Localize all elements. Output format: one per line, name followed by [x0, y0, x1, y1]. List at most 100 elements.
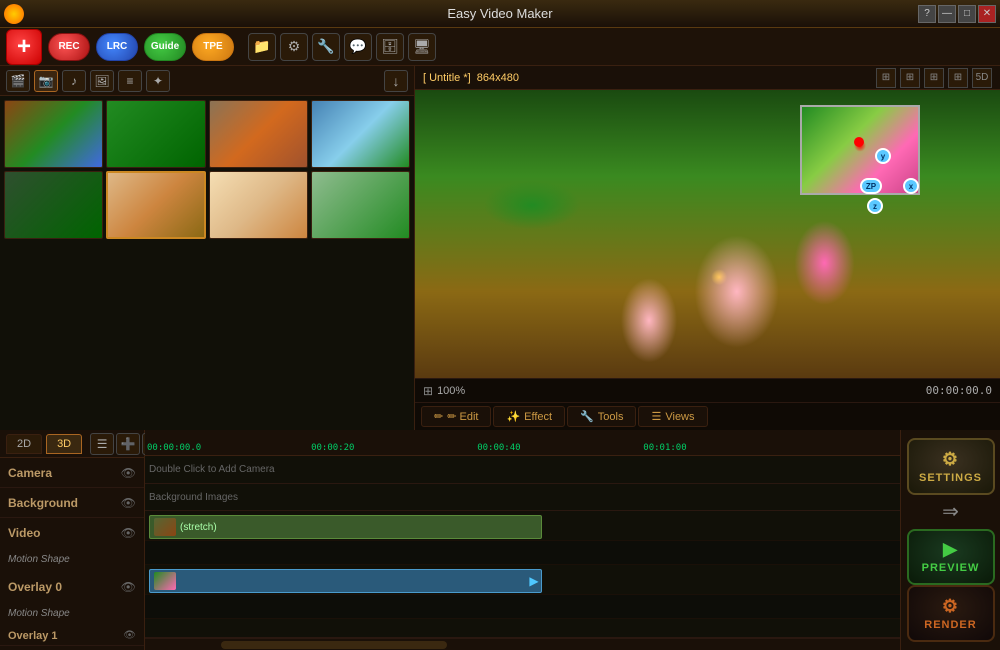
effect-icon: ✨ [506, 410, 520, 423]
background-eye[interactable]: 👁 [121, 496, 136, 510]
maximize-button[interactable]: □ [958, 5, 976, 23]
main-toolbar: + REC LRC Guide TPE 📁 ⚙ 🔧 💬 🗄 🖥 [0, 28, 1000, 66]
video-clip[interactable]: (stretch) [149, 515, 542, 539]
grid-icon-5[interactable]: 5D [972, 68, 992, 88]
x-handle[interactable]: x [903, 178, 919, 194]
preview-button[interactable]: ▶ PREVIEW [907, 529, 995, 586]
overlay0-eye[interactable]: 👁 [121, 580, 136, 594]
toolbar-icon-file[interactable]: 📁 [248, 33, 276, 61]
video-label: Video [8, 526, 40, 540]
media-thumb-3[interactable] [209, 100, 308, 168]
preview-header: [ Untitle *] 864x480 ⊞ ⊞ ⊞ ⊞ 5D [415, 66, 1000, 90]
tl-btn-add-clip[interactable]: ➕ [116, 433, 140, 455]
camera-eye[interactable]: 👁 [121, 466, 136, 480]
media-thumb-6[interactable] [106, 171, 205, 239]
toolbar-icon-monitor[interactable]: 🖥 [408, 33, 436, 61]
guide-button[interactable]: Guide [144, 33, 186, 61]
add-button[interactable]: + [6, 29, 42, 65]
video-clip-thumb [154, 518, 176, 536]
video-clip-label: (stretch) [180, 522, 217, 533]
timeline-ruler: 00:00:00.0 00:00:20 00:00:40 00:01:00 [145, 430, 900, 456]
media-btn-image[interactable]: 🖼 [90, 70, 114, 92]
toolbar-icon-wrench[interactable]: 🔧 [312, 33, 340, 61]
grid-icon-4[interactable]: ⊞ [948, 68, 968, 88]
tools-tab[interactable]: 🔧 Tools [567, 406, 636, 427]
render-button[interactable]: ⚙ RENDER [907, 585, 995, 642]
window-controls: ? — □ ✕ [918, 5, 996, 23]
zoom-percent: 100% [437, 385, 465, 397]
views-tab[interactable]: ☰ Views [638, 406, 707, 427]
background-hint: Background Images [149, 492, 238, 503]
toolbar-icon-chat[interactable]: 💬 [344, 33, 372, 61]
zoom-bar: ⊞ 100% 00:00:00.0 [415, 378, 1000, 402]
camera-label-row: Camera 👁 [0, 458, 144, 488]
camera-hint: Double Click to Add Camera [149, 464, 275, 475]
overlay0-clip[interactable]: ▶ [149, 569, 542, 593]
timeline-scrollbar[interactable] [145, 638, 900, 650]
media-thumb-5[interactable] [4, 171, 103, 239]
overlay1-timeline-row [145, 619, 900, 638]
overlay0-motion-row [145, 595, 900, 619]
background-label: Background [8, 496, 78, 510]
overlay0-clip-arrow: ▶ [529, 574, 538, 588]
tab-3d[interactable]: 3D [46, 434, 82, 454]
right-panel: [ Untitle *] 864x480 ⊞ ⊞ ⊞ ⊞ 5D [415, 66, 1000, 430]
grid-icon-3[interactable]: ⊞ [924, 68, 944, 88]
video-motion-label: Motion Shape [0, 548, 144, 572]
titlebar: Easy Video Maker ? — □ ✕ [0, 0, 1000, 28]
scroll-thumb[interactable] [221, 641, 448, 649]
media-grid [0, 96, 414, 430]
media-thumb-2[interactable] [106, 100, 205, 168]
rec-button[interactable]: REC [48, 33, 90, 61]
preview-timecode: 00:00:00.0 [926, 384, 992, 397]
minimize-button[interactable]: — [938, 5, 956, 23]
y-handle[interactable]: y [875, 148, 891, 164]
app-title: Easy Video Maker [447, 6, 552, 21]
timeline-main: 00:00:00.0 00:00:20 00:00:40 00:01:00 Do… [145, 430, 900, 650]
overlay0-timeline-row: ▶ [145, 565, 900, 595]
action-tabs: ✏ ✏ Edit ✨ Effect 🔧 Tools ☰ Views [415, 402, 1000, 430]
timeline-section: 2D 3D ☰ ➕ ⬆ ▶ ⬛ 🔍 🔎 ↺ ↻ Camera 👁 Backgro… [0, 430, 1000, 650]
overlay0-clip-thumb [154, 572, 176, 590]
toolbar-icon-settings[interactable]: ⚙ [280, 33, 308, 61]
arrow-icon: ⇒ [941, 495, 961, 529]
media-thumb-1[interactable] [4, 100, 103, 168]
media-thumb-8[interactable] [311, 171, 410, 239]
settings-button[interactable]: ⚙ SETTINGS [907, 438, 995, 495]
media-toolbar: 🎬 📷 ♪ 🖼 ≡ ✦ ↓ [0, 66, 414, 96]
tpe-button[interactable]: TPE [192, 33, 234, 61]
edit-icon: ✏ [434, 410, 443, 423]
video-motion-row [145, 541, 900, 565]
overlay0-label-row: Overlay 0 👁 [0, 572, 144, 602]
z-handle[interactable]: z [867, 198, 883, 214]
help-button[interactable]: ? [918, 5, 936, 23]
media-thumb-4[interactable] [311, 100, 410, 168]
right-side-panel: ⚙ SETTINGS ⇒ ▶ PREVIEW ⚙ RENDER [900, 430, 1000, 650]
background-label-row: Background 👁 [0, 488, 144, 518]
media-btn-audio[interactable]: ♪ [62, 70, 86, 92]
media-btn-photo[interactable]: 📷 [34, 70, 58, 92]
close-button[interactable]: ✕ [978, 5, 996, 23]
background-timeline-row: Background Images [145, 484, 900, 512]
grid-icon-2[interactable]: ⊞ [900, 68, 920, 88]
effect-tab[interactable]: ✨ Effect [493, 406, 565, 427]
media-btn-list[interactable]: ≡ [118, 70, 142, 92]
ruler-mark-40: 00:00:40 [477, 443, 520, 453]
app-logo [4, 4, 24, 24]
media-btn-video[interactable]: 🎬 [6, 70, 30, 92]
zp-handle[interactable]: ZP [860, 178, 882, 194]
grid-icon-1[interactable]: ⊞ [876, 68, 896, 88]
overlay1-eye[interactable]: 👁 [123, 630, 136, 641]
edit-tab[interactable]: ✏ ✏ Edit [421, 406, 491, 427]
overlay0-label: Overlay 0 [8, 580, 62, 594]
toolbar-icon-db[interactable]: 🗄 [376, 33, 404, 61]
video-eye[interactable]: 👁 [121, 526, 136, 540]
lrc-button[interactable]: LRC [96, 33, 138, 61]
tab-2d[interactable]: 2D [6, 434, 42, 454]
download-button[interactable]: ↓ [384, 70, 408, 92]
tl-btn-list[interactable]: ☰ [90, 433, 114, 455]
camera-label: Camera [8, 466, 52, 480]
media-btn-star[interactable]: ✦ [146, 70, 170, 92]
media-thumb-7[interactable] [209, 171, 308, 239]
zoom-icon[interactable]: ⊞ [423, 384, 433, 398]
